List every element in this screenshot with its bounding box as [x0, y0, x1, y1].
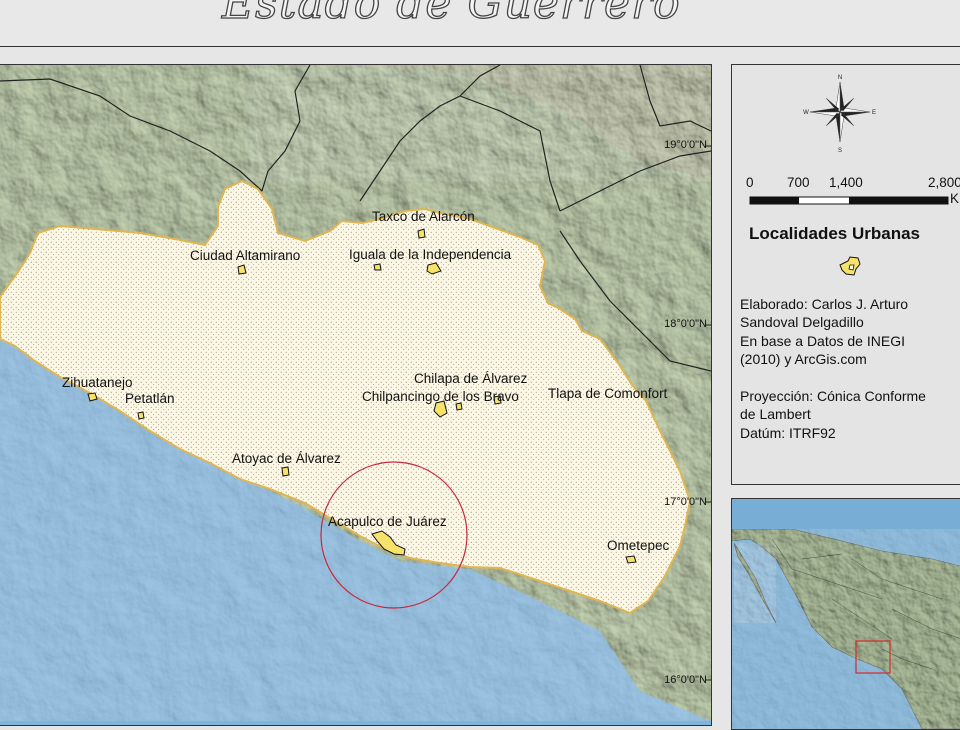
scale-tick-0: 0	[746, 175, 754, 190]
city-label-tlapa: Tlapa de Comonfort	[548, 386, 668, 401]
credit-line-3: En base a Datos de INEGI	[740, 333, 905, 349]
credit-line-2: Sandoval Delgadillo	[740, 314, 864, 330]
scale-tick-700: 700	[787, 175, 810, 190]
city-label-petatlan: Petatlán	[125, 391, 175, 406]
locality-legend-symbol	[839, 256, 861, 276]
latitude-label-18: 18°0'0"N	[664, 318, 707, 330]
locality-marker-atoyac	[281, 466, 290, 477]
city-label-ciudad-altamirano: Ciudad Altamirano	[190, 248, 301, 263]
locality-marker-zihuatanejo	[87, 392, 98, 402]
city-label-zihuatanejo: Zihuatanejo	[62, 375, 133, 390]
credit-line-4: (2010) y ArcGis.com	[740, 351, 867, 367]
title-bar: Estado de Guerrero	[0, 0, 960, 47]
city-label-chilpancingo: Chilpancingo de los Bravo	[362, 389, 519, 404]
map-title: Estado de Guerrero	[221, 0, 681, 30]
locality-marker-ometepec	[625, 555, 637, 564]
credit-line-6: Proyección: Cónica Conforme	[740, 388, 926, 404]
latitude-label-19: 19°0'0"N	[664, 139, 707, 151]
inset-map-canvas	[732, 528, 960, 729]
locality-marker-chilapa	[455, 402, 463, 411]
city-label-atoyac: Atoyac de Álvarez	[232, 451, 341, 466]
city-label-chilapa: Chilapa de Álvarez	[414, 371, 528, 386]
compass-e-label: E	[872, 110, 876, 116]
compass-rose: N S E W	[803, 75, 876, 154]
compass-w-label: W	[803, 110, 809, 116]
locality-marker-taxco	[417, 228, 426, 239]
credit-line-1: Elaborado: Carlos J. Arturo	[740, 296, 909, 312]
locality-marker-petatlan	[137, 411, 145, 420]
inset-map-mexico	[731, 498, 960, 730]
credit-line-7: de Lambert	[740, 406, 811, 422]
main-map: 19°0'0"N 18°0'0"N 17°0'0"N 16°0'0"N Taxc…	[0, 64, 712, 726]
credit-line-8: Datúm: ITRF92	[740, 425, 836, 441]
city-label-acapulco: Acapulco de Juárez	[328, 514, 447, 529]
legend-panel: N S E W 0 700 1,400 2,800 K Localidades …	[731, 64, 960, 485]
locality-marker-ciudad-altamirano	[237, 264, 247, 275]
scale-bar-graphic	[749, 196, 949, 205]
scale-tick-2800: 2,800	[928, 175, 960, 190]
legend-title: Localidades Urbanas	[749, 224, 921, 243]
compass-s-label: S	[838, 148, 842, 154]
compass-n-label: N	[838, 75, 842, 81]
city-label-ometepec: Ometepec	[607, 538, 670, 553]
locality-marker-iguala-2	[373, 263, 382, 271]
latitude-label-17: 17°0'0"N	[664, 496, 707, 508]
latitude-label-16: 16°0'0"N	[664, 674, 707, 686]
city-label-taxco: Taxco de Alarcón	[372, 209, 475, 224]
scale-tick-1400: 1,400	[829, 175, 863, 190]
city-label-iguala: Iguala de la Independencia	[349, 247, 512, 262]
